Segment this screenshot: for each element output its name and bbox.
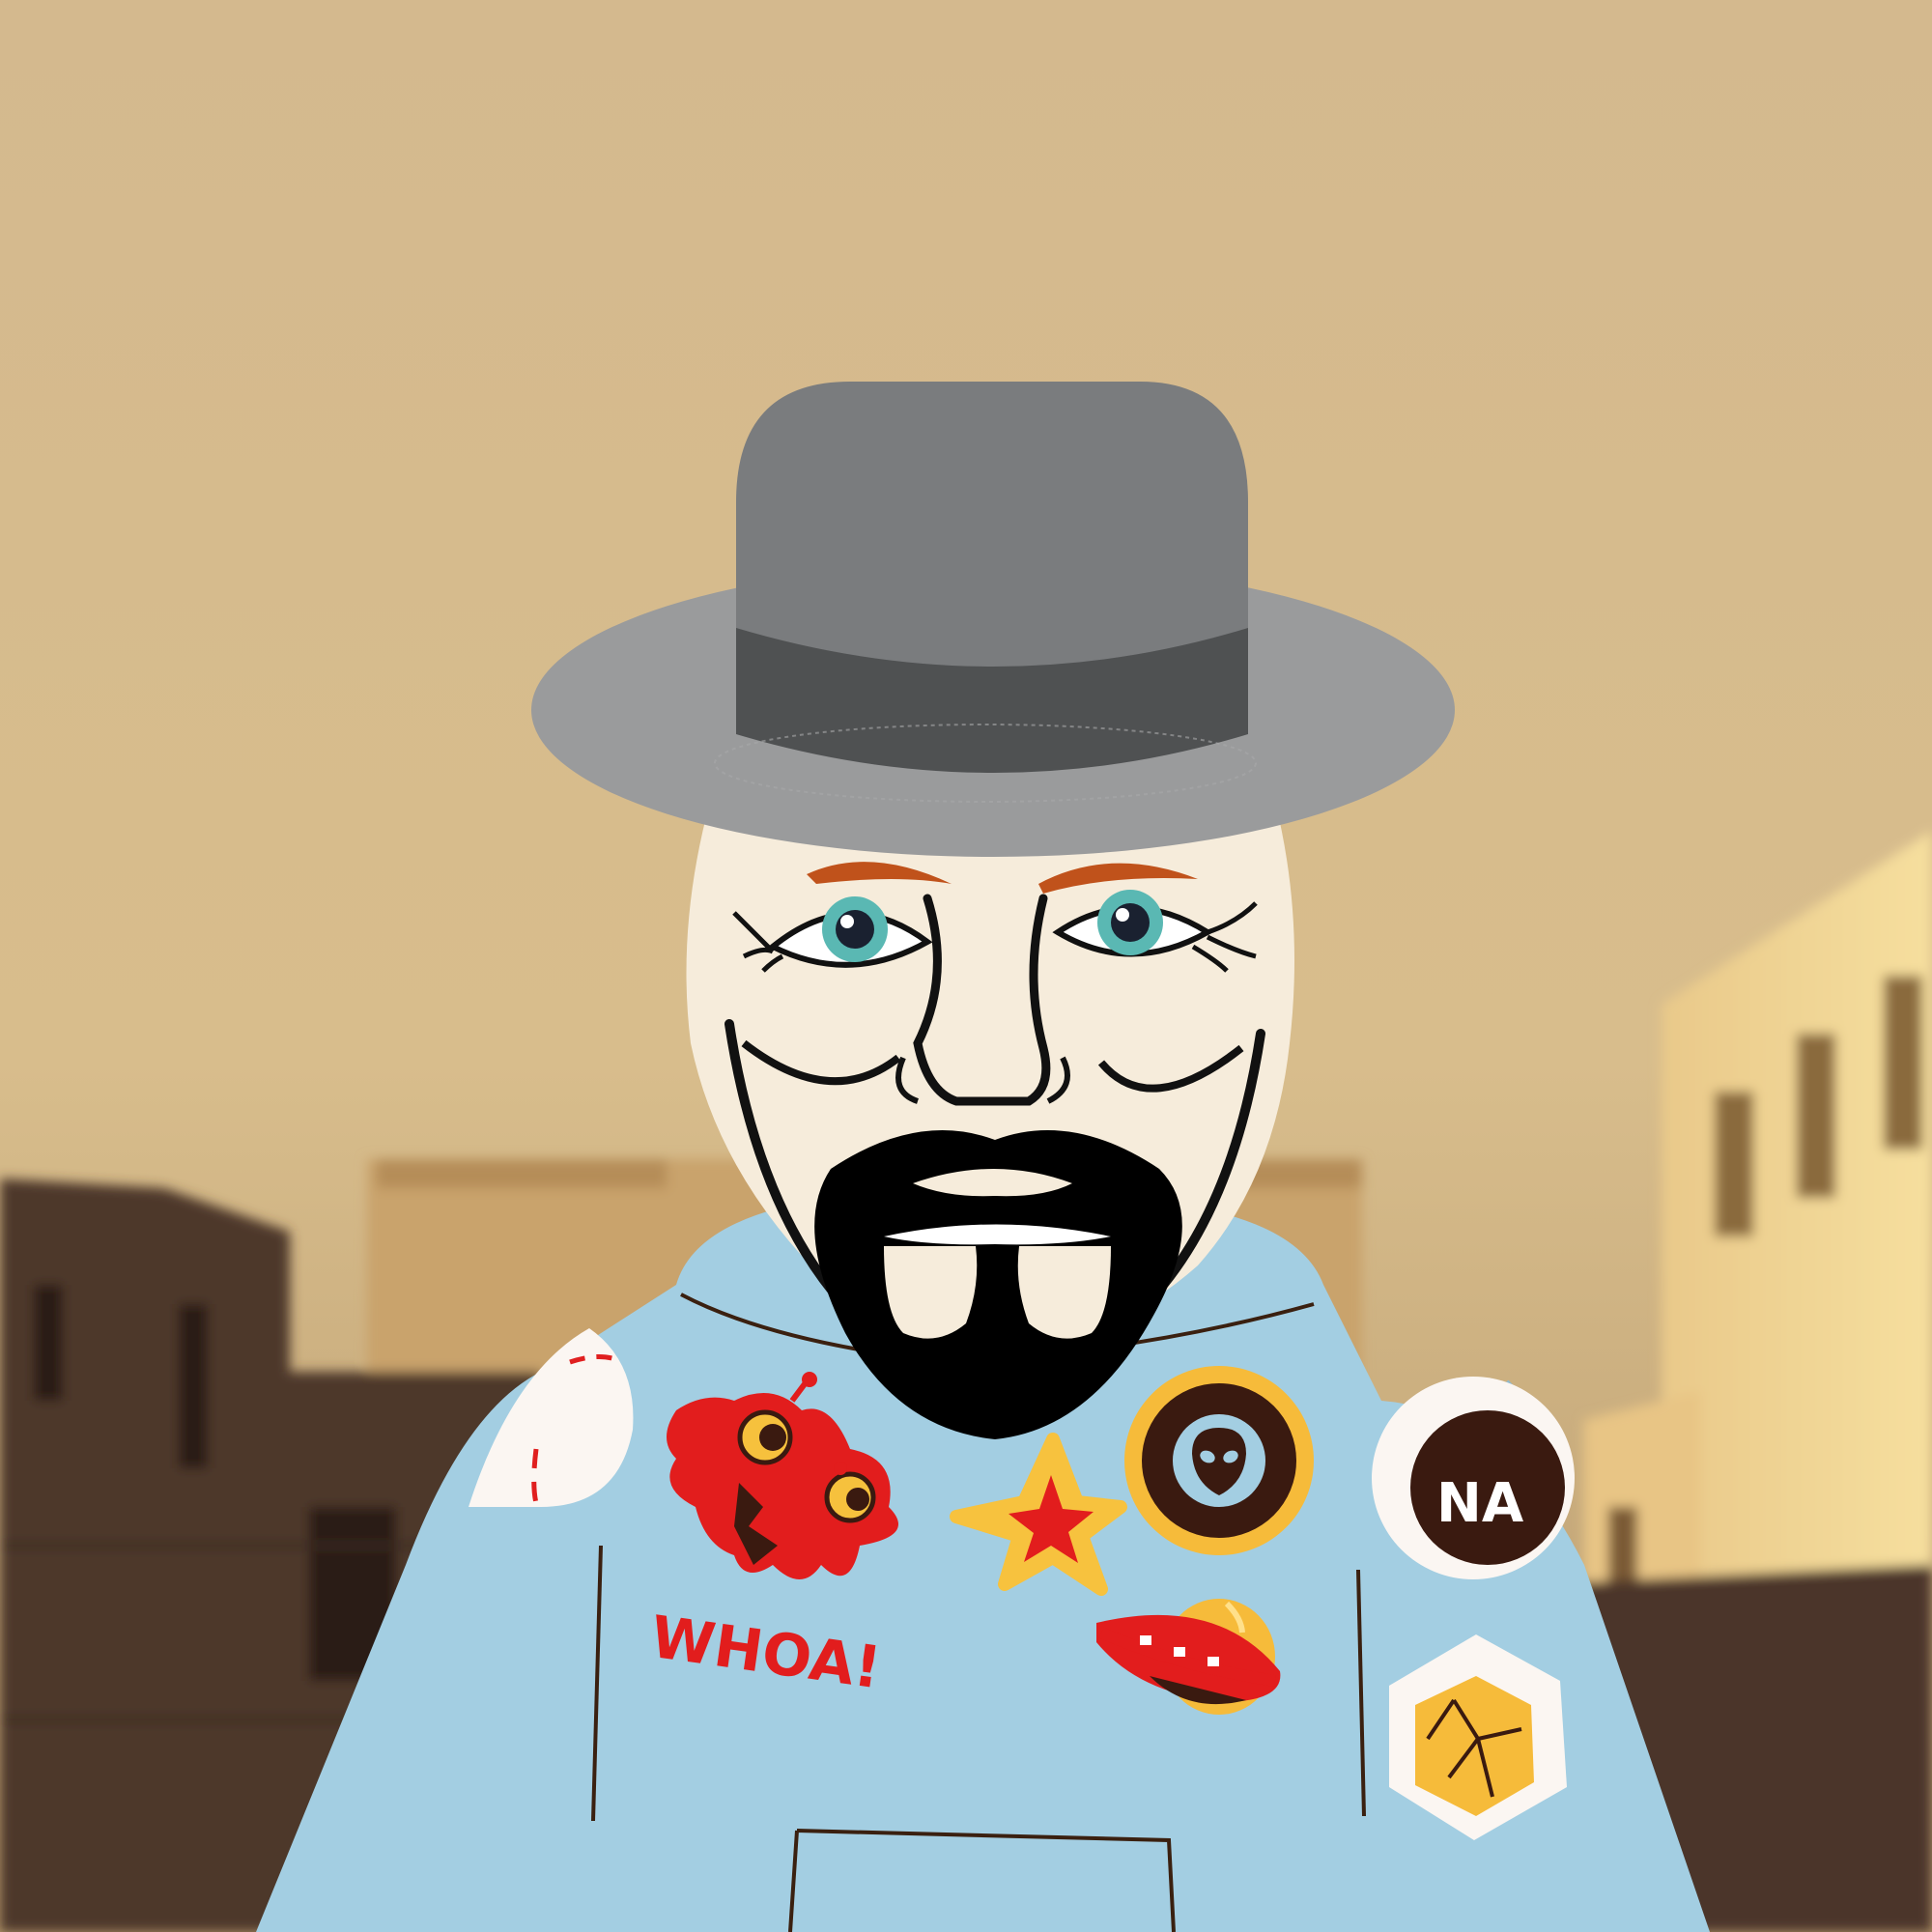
illustration: WHOA! NA <box>0 0 1932 1932</box>
na-badge-icon: NA <box>1372 1377 1575 1579</box>
alien-badge-icon <box>1124 1366 1314 1555</box>
scene: WHOA! NA <box>0 0 1932 1932</box>
na-badge-text: NA <box>1436 1472 1524 1535</box>
